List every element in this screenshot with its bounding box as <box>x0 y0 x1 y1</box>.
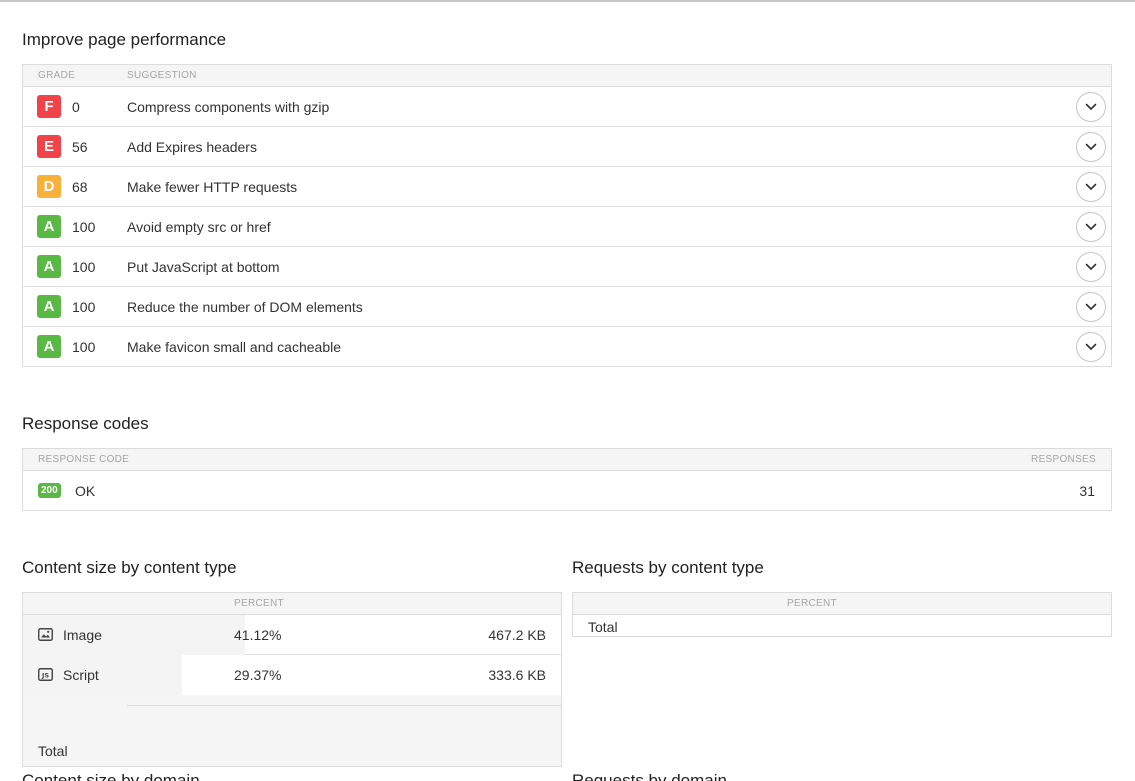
responses-column-header: RESPONSES <box>1031 454 1096 465</box>
chevron-down-icon <box>1085 143 1097 151</box>
score-value: 68 <box>72 179 88 195</box>
content-size-table: PERCENT Image 41.12% 467.2 KB JS Script 29.37… <box>22 592 562 767</box>
content-size-header: PERCENT <box>23 593 561 615</box>
score-value: 0 <box>72 99 80 115</box>
requests-domain-title: Requests by domain <box>572 771 727 781</box>
chevron-down-icon <box>1085 343 1097 351</box>
response-code-row: 200 OK 31 <box>23 471 1111 511</box>
chevron-down-icon <box>1085 223 1097 231</box>
content-type-percent: 29.37% <box>234 667 282 683</box>
content-size-title: Content size by content type <box>22 558 237 577</box>
score-value: 56 <box>72 139 88 155</box>
percent-column-header: PERCENT <box>234 598 284 609</box>
requests-type-header: PERCENT <box>573 593 1111 615</box>
content-type-row: Image 41.12% 467.2 KB <box>23 615 561 655</box>
suggestion-row: A 100 Avoid empty src or href <box>23 207 1111 247</box>
content-size-domain-title: Content size by domain <box>22 771 200 781</box>
requests-type-table: PERCENT Total <box>572 592 1112 637</box>
score-value: 100 <box>72 339 96 355</box>
score-value: 100 <box>72 219 96 235</box>
expand-button[interactable] <box>1076 172 1106 202</box>
top-divider <box>0 0 1135 2</box>
suggestion-text: Make fewer HTTP requests <box>127 179 298 195</box>
grade-badge: A <box>37 335 61 358</box>
suggestion-row: D 68 Make fewer HTTP requests <box>23 167 1111 207</box>
chevron-down-icon <box>1085 103 1097 111</box>
score-value: 100 <box>72 259 96 275</box>
suggestion-text: Make favicon small and cacheable <box>127 339 342 355</box>
suggestion-text: Reduce the number of DOM elements <box>127 299 363 315</box>
expand-button[interactable] <box>1076 292 1106 322</box>
grade-badge: E <box>37 135 61 158</box>
suggestion-row: E 56 Add Expires headers <box>23 127 1111 167</box>
requests-type-title: Requests by content type <box>572 558 764 577</box>
chevron-down-icon <box>1085 183 1097 191</box>
requests-percent-column-header: PERCENT <box>787 598 837 609</box>
requests-total-label: Total <box>588 619 618 635</box>
performance-table: GRADE SUGGESTION F 0 Compress components w… <box>22 64 1112 367</box>
performance-title: Improve page performance <box>22 30 227 49</box>
content-type-name: Image <box>63 627 102 643</box>
content-type-row: JS Script 29.37% 333.6 KB <box>23 655 561 695</box>
response-codes-title: Response codes <box>22 414 149 433</box>
response-codes-header: RESPONSE CODE RESPONSES <box>23 449 1111 471</box>
suggestion-column-header: SUGGESTION <box>127 70 197 81</box>
suggestion-row: A 100 Make favicon small and cacheable <box>23 327 1111 367</box>
content-size-total-label: Total <box>38 743 68 759</box>
suggestion-row: A 100 Put JavaScript at bottom <box>23 247 1111 287</box>
percent-bar <box>23 615 245 655</box>
suggestion-row: A 100 Reduce the number of DOM elements <box>23 287 1111 327</box>
content-type-name: Script <box>63 667 99 683</box>
expand-button[interactable] <box>1076 132 1106 162</box>
expand-button[interactable] <box>1076 252 1106 282</box>
content-type-size: 333.6 KB <box>488 667 546 683</box>
suggestion-text: Add Expires headers <box>127 139 257 155</box>
grade-badge: A <box>37 215 61 238</box>
performance-table-header: GRADE SUGGESTION <box>23 65 1111 87</box>
expand-button[interactable] <box>1076 92 1106 122</box>
response-code-column-header: RESPONSE CODE <box>38 454 130 465</box>
suggestion-text: Put JavaScript at bottom <box>127 259 280 275</box>
status-badge: 200 <box>38 483 61 498</box>
image-icon <box>38 628 53 641</box>
expand-button[interactable] <box>1076 332 1106 362</box>
status-text: OK <box>75 483 96 499</box>
suggestion-text: Avoid empty src or href <box>127 219 271 235</box>
grade-badge: A <box>37 255 61 278</box>
response-codes-table: RESPONSE CODE RESPONSES 200 OK 31 <box>22 448 1112 511</box>
content-type-percent: 41.12% <box>234 627 282 643</box>
response-count: 31 <box>1079 483 1095 499</box>
grade-column-header: GRADE <box>38 70 76 81</box>
grade-badge: A <box>37 295 61 318</box>
script-icon: JS <box>38 668 53 681</box>
score-value: 100 <box>72 299 96 315</box>
grade-badge: D <box>37 175 61 198</box>
total-divider <box>127 705 561 706</box>
grade-badge: F <box>37 95 61 118</box>
chevron-down-icon <box>1085 263 1097 271</box>
suggestion-text: Compress components with gzip <box>127 99 330 115</box>
suggestion-row: F 0 Compress components with gzip <box>23 87 1111 127</box>
expand-button[interactable] <box>1076 212 1106 242</box>
chevron-down-icon <box>1085 303 1097 311</box>
content-type-size: 467.2 KB <box>488 627 546 643</box>
svg-text:JS: JS <box>41 672 49 680</box>
